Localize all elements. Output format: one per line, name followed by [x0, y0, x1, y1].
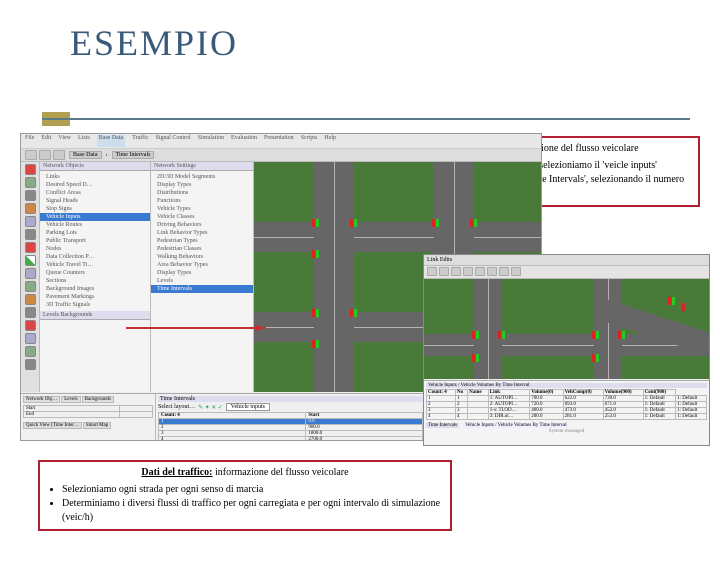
panel-settings: Network Settings 2D/3D Model SegmentsDis…	[151, 162, 254, 392]
arrow-annotation	[126, 327, 266, 329]
panel-network-objects: Network Objects LinksDesired Speed D…Con…	[40, 162, 151, 392]
callout-bottom: Dati del traffico: informazione del flus…	[38, 460, 452, 531]
slide-title: ESEMPIO	[70, 22, 720, 64]
horizontal-rule	[42, 118, 690, 120]
sidebar-icons	[21, 162, 40, 392]
toolbar: Base Data › Time Intervals	[21, 149, 541, 162]
link-edits-panel: Link Edits Vehicle Inputs / Vehicle Volu…	[423, 254, 710, 446]
menubar: FileEditViewListsBase DataTrafficSignal …	[21, 134, 541, 149]
